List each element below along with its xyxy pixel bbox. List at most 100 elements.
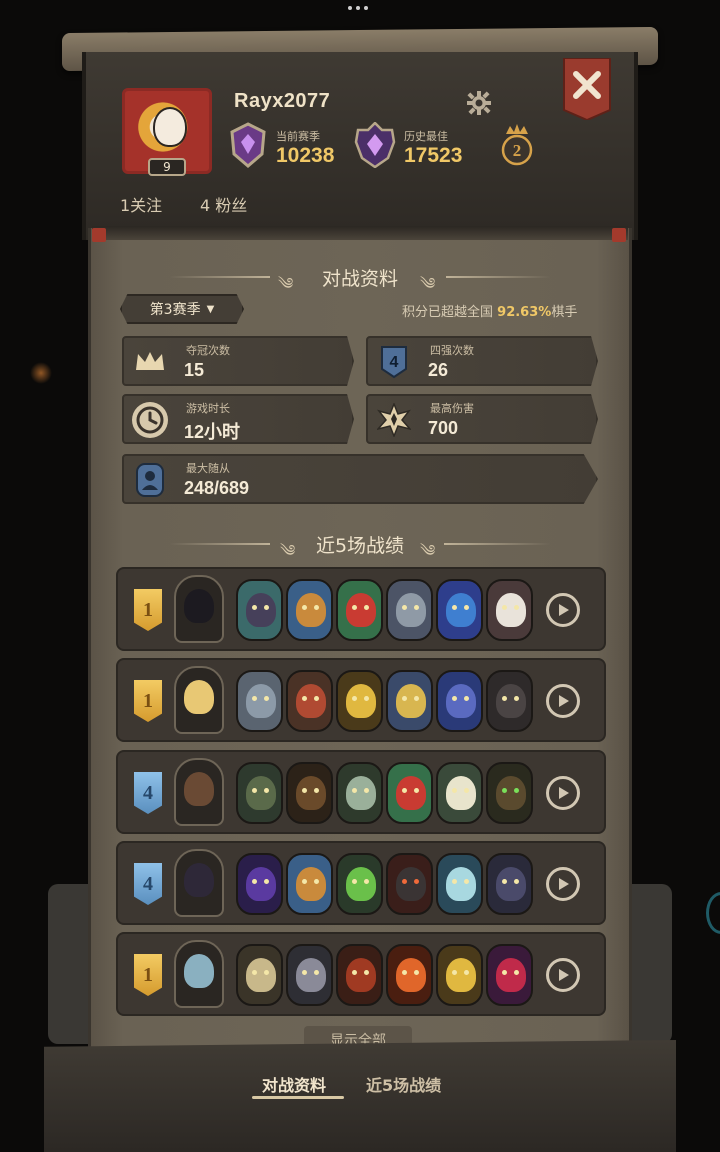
stat-label: 游戏时长: [186, 402, 230, 415]
replay-button[interactable]: [546, 776, 580, 810]
play-icon: [559, 878, 569, 890]
minion-card: [336, 944, 383, 1006]
match-row[interactable]: 4: [116, 750, 606, 834]
stat-value: 12小时: [184, 422, 241, 442]
minion-card: [436, 670, 483, 732]
rod-pin-left: [92, 228, 106, 242]
current-season-score: 10238: [276, 144, 335, 167]
stat-label: 夺冠次数: [186, 344, 230, 357]
match-row[interactable]: 1: [116, 567, 606, 651]
match-row[interactable]: 1: [116, 932, 606, 1016]
match-row[interactable]: 1: [116, 658, 606, 742]
stat-label: 四强次数: [430, 344, 474, 357]
hero-portrait: [174, 758, 224, 826]
scroll-rod-middle: [92, 226, 628, 240]
minion-card: [236, 853, 283, 915]
stat-value: 15: [184, 360, 205, 380]
replay-button[interactable]: [546, 867, 580, 901]
minion-card: [336, 579, 383, 641]
minion-card: [286, 944, 333, 1006]
stat-card-top4: 4 四强次数 26: [366, 336, 598, 386]
rank-badge: 1: [134, 954, 162, 996]
stat-value: 700: [428, 418, 459, 438]
minion-card: [386, 762, 433, 824]
chevron-down-icon: ▼: [206, 303, 215, 315]
minion-card: [236, 762, 283, 824]
play-icon: [559, 604, 569, 616]
minion-card: [286, 670, 333, 732]
minion-card: [336, 762, 383, 824]
following-count[interactable]: 1关注: [120, 192, 162, 216]
hero-portrait: [174, 575, 224, 643]
close-button[interactable]: [562, 58, 612, 120]
hero-portrait: [174, 666, 224, 734]
clock-icon: [132, 402, 168, 438]
minion-card: [486, 670, 533, 732]
season-select[interactable]: 第3赛季 ▼: [120, 294, 244, 324]
stat-card-playtime: 游戏时长 12小时: [122, 394, 354, 444]
replay-button[interactable]: [546, 958, 580, 992]
tab-recent-matches[interactable]: 近5场战绩: [366, 1072, 441, 1096]
minion-card: [436, 579, 483, 641]
bottom-tab-bar: [44, 1040, 676, 1152]
damage-burst-icon: [376, 402, 412, 438]
avatar-face: [153, 107, 187, 147]
rank-percent: 92.63%: [497, 305, 552, 320]
rank-prefix: 积分已超越全国: [402, 305, 494, 320]
rod-pin-right: [612, 228, 626, 242]
minion-card: [236, 670, 283, 732]
ember-glow: [30, 362, 52, 384]
minion-card: [486, 579, 533, 641]
more-options-icon[interactable]: [348, 6, 372, 16]
edge-ring-icon[interactable]: [706, 892, 720, 934]
crown-badge-icon: 2: [501, 124, 533, 166]
recent-matches-title: 近5场战绩: [315, 535, 405, 557]
minion-card: [486, 853, 533, 915]
minion-card: [336, 670, 383, 732]
minion-card: [386, 579, 433, 641]
replay-button[interactable]: [546, 684, 580, 718]
hero-portrait: [174, 940, 224, 1008]
followers-count[interactable]: 4 粉丝: [200, 192, 247, 216]
minion-card: [486, 762, 533, 824]
minion-card: [286, 853, 333, 915]
play-icon: [559, 969, 569, 981]
current-season-badge-icon: [230, 122, 266, 168]
minion-card: [436, 762, 483, 824]
stat-value: 26: [428, 360, 449, 380]
minion-card: [286, 762, 333, 824]
hero-portrait: [174, 849, 224, 917]
stat-label: 最大随从: [186, 462, 230, 475]
title-ornament-right: [444, 543, 550, 545]
stat-value: 248/689: [184, 478, 250, 498]
stat-label: 最高伤害: [430, 402, 474, 415]
stat-card-championships: 夺冠次数 15: [122, 336, 354, 386]
current-season-label: 当前赛季: [276, 130, 320, 143]
tab-active-underline: [252, 1096, 344, 1099]
title-ornament-right: [446, 276, 550, 278]
match-row[interactable]: 4: [116, 841, 606, 925]
minion-card: [336, 853, 383, 915]
minion-card: [486, 944, 533, 1006]
minion-card: [286, 579, 333, 641]
replay-button[interactable]: [546, 593, 580, 627]
minion-card: [436, 944, 483, 1006]
gear-icon[interactable]: [466, 90, 492, 116]
username: Rayx2077: [234, 90, 331, 112]
best-label: 历史最佳: [404, 130, 448, 143]
minion-card: [386, 853, 433, 915]
rank-suffix: 棋手: [551, 305, 578, 320]
avatar-level: 9: [148, 158, 186, 176]
season-select-label: 第3赛季: [149, 302, 201, 318]
minion-card: [436, 853, 483, 915]
minion-portrait-icon: [132, 462, 168, 498]
crown-icon: [132, 344, 168, 380]
best-score: 17523: [404, 144, 463, 167]
rank-badge: 4: [134, 863, 162, 905]
play-icon: [559, 787, 569, 799]
battle-data-title: 对战资料: [321, 268, 398, 290]
tab-battle-data[interactable]: 对战资料: [262, 1072, 326, 1096]
top4-icon-text: 4: [390, 354, 399, 371]
rank-badge: 4: [134, 772, 162, 814]
minion-card: [386, 670, 433, 732]
